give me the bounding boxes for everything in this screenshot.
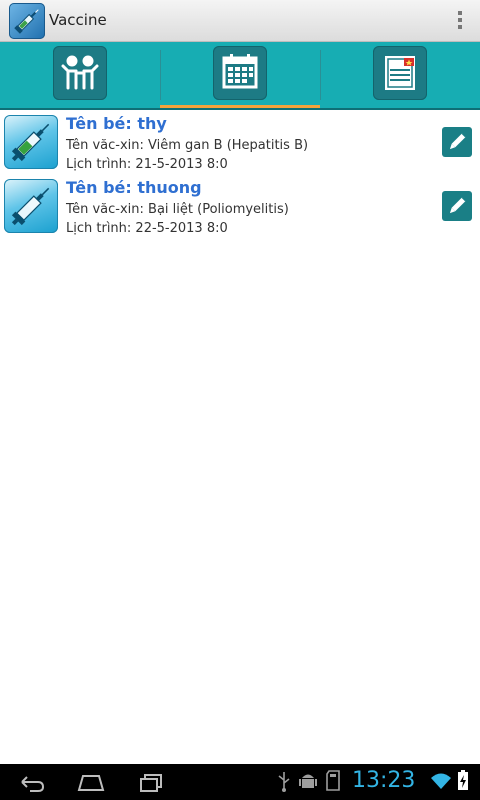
- sd-card-icon: [326, 770, 340, 791]
- usb-icon: [278, 772, 290, 792]
- schedule-list: Tên bé: thy Tên văc-xin: Viêm gan B (Hep…: [0, 110, 480, 238]
- system-bar: 13:23: [0, 764, 480, 800]
- battery-charging-icon: [458, 770, 468, 790]
- calendar-icon: [213, 46, 267, 100]
- tab-calendar[interactable]: [160, 42, 320, 110]
- overflow-menu-icon[interactable]: [454, 11, 466, 33]
- edit-button[interactable]: [442, 127, 472, 157]
- android-debug-icon: [299, 774, 317, 788]
- tab-bar: [0, 42, 480, 110]
- children-icon: [53, 46, 107, 100]
- recent-apps-icon[interactable]: [136, 768, 166, 796]
- syringe-app-icon[interactable]: [9, 3, 45, 39]
- vaccine-name: Tên văc-xin: Viêm gan B (Hepatitis B): [66, 138, 309, 153]
- schedule-date: Lịch trình: 21-5-2013 8:0: [66, 157, 228, 172]
- tab-children[interactable]: [0, 42, 160, 110]
- edit-button[interactable]: [442, 191, 472, 221]
- list-item[interactable]: Tên bé: thy Tên văc-xin: Viêm gan B (Hep…: [0, 110, 480, 174]
- schedule-date: Lịch trình: 22-5-2013 8:0: [66, 221, 228, 236]
- child-name: Tên bé: thy: [66, 114, 167, 133]
- list-item[interactable]: Tên bé: thuong Tên văc-xin: Bại liệt (Po…: [0, 174, 480, 238]
- child-name: Tên bé: thuong: [66, 178, 202, 197]
- pencil-icon: [449, 196, 467, 214]
- pencil-icon: [449, 132, 467, 150]
- news-icon: [373, 46, 427, 100]
- syringe-icon: [4, 179, 58, 233]
- app-title: Vaccine: [49, 11, 107, 29]
- status-clock: 13:23: [352, 768, 416, 793]
- action-bar: Vaccine: [0, 0, 480, 42]
- home-icon[interactable]: [74, 768, 108, 796]
- wifi-icon: [431, 773, 451, 789]
- back-icon[interactable]: [16, 768, 46, 796]
- tab-news[interactable]: [320, 42, 480, 110]
- vaccine-name: Tên văc-xin: Bại liệt (Poliomyelitis): [66, 202, 289, 217]
- syringe-icon: [4, 115, 58, 169]
